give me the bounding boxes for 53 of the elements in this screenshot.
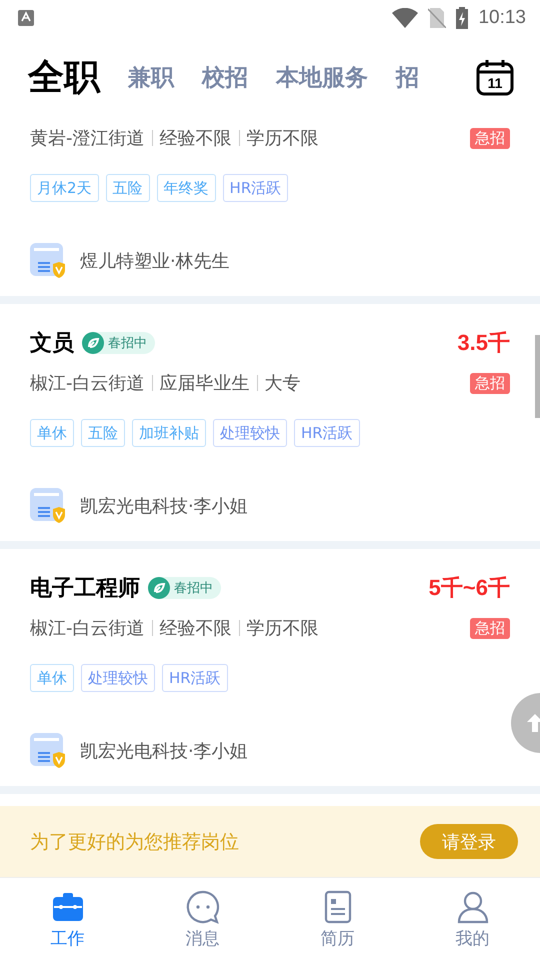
battery-charging-icon: [456, 7, 468, 29]
job-tag: HR活跃: [222, 174, 288, 202]
company-name: 凯宏光电科技·李小姐: [80, 740, 248, 763]
chat-bubble-icon: [184, 888, 220, 924]
job-meta: 学历不限: [246, 127, 318, 150]
company-name: 煜儿特塑业·林先生: [80, 250, 230, 273]
job-tag: HR活跃: [162, 664, 228, 692]
category-tab[interactable]: 本地服务: [276, 62, 368, 92]
job-meta: 大专: [264, 372, 300, 395]
job-meta: 学历不限: [246, 617, 318, 640]
category-tab[interactable]: 兼职: [128, 62, 174, 92]
job-tag: 月休2天: [30, 174, 99, 202]
salary: 3.5千: [457, 329, 510, 357]
clock-time: 10:13: [478, 7, 526, 29]
company-name: 凯宏光电科技·李小姐: [80, 495, 248, 518]
job-meta: 应届毕业生: [160, 372, 250, 395]
job-meta: 经验不限: [160, 617, 232, 640]
urgent-badge: 急招: [470, 618, 510, 638]
no-sim-icon: [428, 8, 446, 28]
category-tab[interactable]: 招: [396, 62, 419, 92]
job-tag: 处理较快: [213, 419, 287, 447]
job-meta: 黄岩-澄江街道: [30, 127, 144, 150]
job-tag: HR活跃: [294, 419, 360, 447]
job-tag: 五险: [106, 174, 150, 202]
salary: 5千~6千: [428, 574, 510, 602]
category-tab[interactable]: 全职: [28, 52, 100, 102]
job-meta: 经验不限: [160, 127, 232, 150]
job-tag: 单休: [30, 419, 74, 447]
company-logo-icon: [30, 733, 66, 769]
job-tag: 处理较快: [81, 664, 155, 692]
nav-tab[interactable]: 消息: [135, 878, 270, 960]
job-meta: 椒江-白云街道: [30, 372, 144, 395]
job-title: 文员: [30, 330, 74, 358]
urgent-badge: 急招: [470, 372, 510, 394]
job-meta: 椒江-白云街道: [30, 617, 144, 640]
urgent-badge: 急招: [470, 128, 510, 148]
nav-tab[interactable]: 工作: [0, 878, 135, 960]
spring-recruit-badge: 春招中: [82, 332, 155, 354]
keyboard-icon: [18, 10, 34, 26]
job-tag: 单休: [30, 664, 74, 692]
spring-recruit-badge: 春招中: [148, 577, 221, 599]
category-tab[interactable]: 校招: [202, 62, 248, 92]
job-title: 电子工程师: [30, 575, 140, 603]
banner-text: 为了更好的为您推荐岗位: [30, 830, 239, 854]
nav-tab[interactable]: 我的: [405, 878, 540, 960]
company-logo-icon: [30, 243, 66, 279]
job-tag: 五险: [81, 419, 125, 447]
nav-tab[interactable]: 简历: [270, 878, 405, 960]
job-tag: 年终奖: [156, 174, 216, 202]
wifi-icon: [392, 8, 418, 28]
company-logo-icon: [30, 488, 66, 524]
job-tag: 加班补贴: [132, 419, 206, 447]
login-button[interactable]: 请登录: [420, 824, 518, 859]
